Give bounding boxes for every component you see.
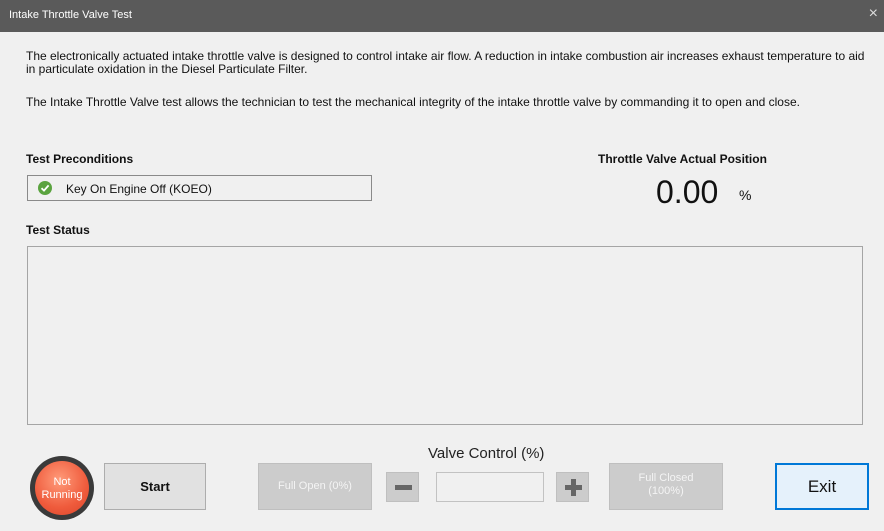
valve-control-label: Valve Control (%): [428, 445, 545, 462]
running-status-indicator: Not Running: [30, 456, 94, 520]
window-title: Intake Throttle Valve Test: [9, 9, 132, 21]
precondition-item: Key On Engine Off (KOEO): [27, 175, 372, 201]
precondition-label: Key On Engine Off (KOEO): [66, 182, 212, 196]
exit-button[interactable]: Exit: [775, 463, 869, 510]
throttle-position-value: 0.00: [656, 174, 719, 210]
indicator-line-2: Running: [41, 489, 83, 501]
indicator-line-1: Not: [53, 476, 71, 488]
close-icon[interactable]: ×: [869, 5, 878, 23]
test-status-heading: Test Status: [26, 223, 90, 237]
title-bar: Intake Throttle Valve Test ×: [0, 0, 884, 32]
test-preconditions-heading: Test Preconditions: [26, 152, 134, 166]
start-button[interactable]: Start: [104, 463, 206, 510]
throttle-position-unit: %: [739, 187, 752, 203]
full-closed-button[interactable]: Full Closed (100%): [609, 463, 723, 510]
full-open-button[interactable]: Full Open (0%): [258, 463, 372, 510]
increment-button[interactable]: [556, 472, 589, 502]
throttle-position-heading: Throttle Valve Actual Position: [598, 152, 767, 166]
check-icon: [38, 181, 52, 195]
minus-icon: [395, 485, 412, 490]
description-paragraph-2: The Intake Throttle Valve test allows th…: [26, 95, 800, 109]
test-status-box: [27, 246, 863, 425]
description-paragraph-1: The electronically actuated intake throt…: [26, 49, 865, 76]
full-closed-label-line-1: Full Closed: [638, 472, 694, 484]
full-closed-label-line-2: (100%): [648, 485, 684, 497]
valve-control-input[interactable]: [436, 472, 544, 502]
decrement-button[interactable]: [386, 472, 419, 502]
